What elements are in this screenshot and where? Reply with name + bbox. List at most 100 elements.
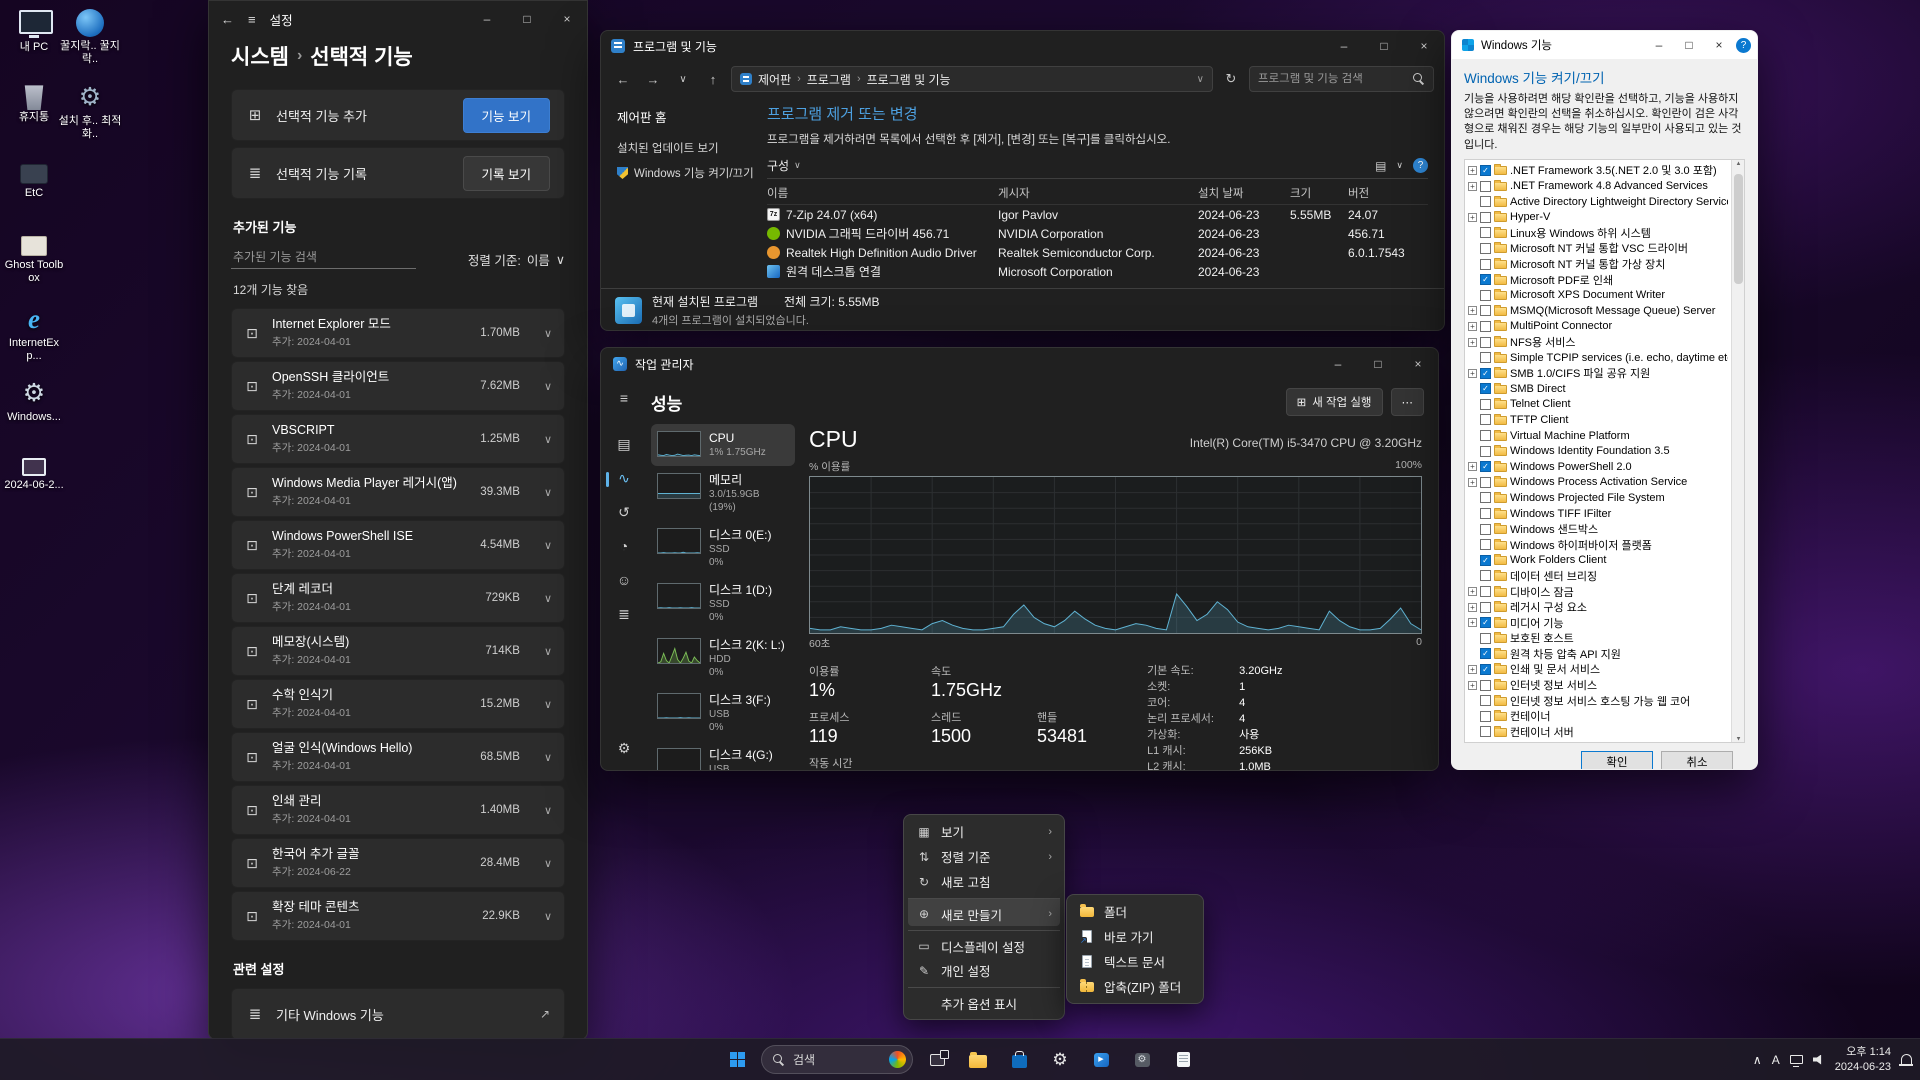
help-icon[interactable]: ? xyxy=(1413,158,1428,173)
view-history-button[interactable]: 기록 보기 xyxy=(463,156,550,191)
hamburger-icon[interactable]: ≡ xyxy=(620,390,628,410)
feature-checkbox[interactable] xyxy=(1480,570,1491,581)
view-features-button[interactable]: 기능 보기 xyxy=(463,98,550,133)
feature-checkbox[interactable] xyxy=(1480,664,1491,675)
feature-checkbox[interactable] xyxy=(1480,352,1491,363)
maximize-button[interactable]: □ xyxy=(1674,31,1704,59)
feature-checkbox[interactable] xyxy=(1480,399,1491,410)
feature-tree-row[interactable]: Hyper-V xyxy=(1468,209,1728,225)
close-button[interactable]: × xyxy=(1398,348,1438,380)
feature-checkbox[interactable] xyxy=(1480,196,1491,207)
scrollbar-thumb[interactable] xyxy=(1734,174,1743,284)
feature-checkbox[interactable] xyxy=(1480,383,1491,394)
submenu-item[interactable]: 텍스트 문서 xyxy=(1071,949,1199,974)
feature-checkbox[interactable] xyxy=(1480,477,1491,488)
table-row[interactable]: Realtek High Definition Audio Driver Rea… xyxy=(767,243,1428,262)
feature-row[interactable]: ⊡ OpenSSH 클라이언트 추가: 2024-04-01 7.62MB ∨ xyxy=(231,361,565,411)
feature-tree-row[interactable]: Virtual Machine Platform xyxy=(1468,428,1728,444)
search-icon[interactable] xyxy=(1413,73,1425,85)
feature-tree-row[interactable]: Active Directory Lightweight Directory S… xyxy=(1468,194,1728,210)
column-header-version[interactable]: 버전 xyxy=(1348,185,1428,201)
feature-tree-row[interactable]: Linux용 Windows 하위 시스템 xyxy=(1468,225,1728,241)
feature-tree-row[interactable]: Microsoft XPS Document Writer xyxy=(1468,287,1728,303)
feature-tree-row[interactable]: Simple TCPIP services (i.e. echo, daytim… xyxy=(1468,350,1728,366)
expand-toggle-icon[interactable] xyxy=(1468,338,1477,347)
chevron-down-icon[interactable]: ∨ xyxy=(544,433,552,446)
feature-checkbox[interactable] xyxy=(1480,446,1491,457)
chevron-down-icon[interactable]: ∨ xyxy=(544,645,552,658)
feature-tree-row[interactable]: MSMQ(Microsoft Message Queue) Server xyxy=(1468,303,1728,319)
feature-checkbox[interactable] xyxy=(1480,695,1491,706)
task-view-button[interactable] xyxy=(920,1043,954,1077)
submenu-item[interactable]: 바로 가기 xyxy=(1071,924,1199,949)
performance-sidebar-item[interactable]: 디스크 4(G:) USB 0% xyxy=(651,741,795,771)
feature-tree-row[interactable]: 원격 차등 압축 API 지원 xyxy=(1468,646,1728,662)
feature-tree-row[interactable]: Microsoft NT 커널 통합 가상 장치 xyxy=(1468,256,1728,272)
back-icon[interactable]: ← xyxy=(221,12,234,27)
media-player-button[interactable] xyxy=(1084,1043,1118,1077)
feature-tree-row[interactable]: SMB Direct xyxy=(1468,381,1728,397)
feature-checkbox[interactable] xyxy=(1480,492,1491,503)
feature-checkbox[interactable] xyxy=(1480,259,1491,270)
users-tab-icon[interactable]: ☺ xyxy=(617,572,631,592)
feature-checkbox[interactable] xyxy=(1480,617,1491,628)
feature-checkbox[interactable] xyxy=(1480,539,1491,550)
expand-toggle-icon[interactable] xyxy=(1468,462,1477,471)
minimize-button[interactable]: – xyxy=(467,1,507,37)
chevron-down-icon[interactable]: ∨ xyxy=(544,910,552,923)
programs-search-input[interactable] xyxy=(1258,73,1413,85)
help-icon[interactable]: ? xyxy=(1736,38,1751,53)
sort-dropdown[interactable]: 정렬 기준: 이름 ∨ xyxy=(468,250,565,269)
maximize-button[interactable]: □ xyxy=(507,1,547,37)
chevron-down-icon[interactable]: ∨ xyxy=(544,380,552,393)
feature-checkbox[interactable] xyxy=(1480,648,1491,659)
expand-toggle-icon[interactable] xyxy=(1468,603,1477,612)
minimize-button[interactable]: – xyxy=(1324,31,1364,61)
notification-bell-icon[interactable] xyxy=(1901,1054,1912,1064)
expand-toggle-icon[interactable] xyxy=(1468,665,1477,674)
ime-indicator[interactable]: A xyxy=(1772,1053,1780,1067)
settings-gear-icon[interactable]: ⚙ xyxy=(618,740,631,760)
feature-checkbox[interactable] xyxy=(1480,711,1491,722)
feature-checkbox[interactable] xyxy=(1480,337,1491,348)
feature-tree-row[interactable]: MultiPoint Connector xyxy=(1468,319,1728,335)
refresh-icon[interactable]: ↻ xyxy=(1219,71,1243,87)
feature-tree-row[interactable]: Telnet Client xyxy=(1468,397,1728,413)
context-menu-item[interactable]: ↻ 새로 고침 xyxy=(908,869,1060,894)
feature-checkbox[interactable] xyxy=(1480,368,1491,379)
sidebar-item-windows-features[interactable]: Windows 기능 켜기/끄기 xyxy=(617,165,761,181)
feature-row[interactable]: ⊡ 메모장(시스템) 추가: 2024-04-01 714KB ∨ xyxy=(231,626,565,676)
cpu-graph[interactable] xyxy=(809,476,1422,634)
feature-tree-row[interactable]: Windows PowerShell 2.0 xyxy=(1468,459,1728,475)
feature-tree-row[interactable]: 컨테이너 서버 xyxy=(1468,724,1728,740)
feature-tree-row[interactable]: TFTP Client xyxy=(1468,412,1728,428)
settings-button[interactable]: ⚙ xyxy=(1043,1043,1077,1077)
maximize-button[interactable]: □ xyxy=(1364,31,1404,61)
sidebar-item-control-panel-home[interactable]: 제어판 홈 xyxy=(617,107,761,126)
performance-sidebar-item[interactable]: 디스크 0(E:) SSD 0% xyxy=(651,521,795,576)
feature-row[interactable]: ⊡ Internet Explorer 모드 추가: 2024-04-01 1.… xyxy=(231,308,565,358)
feature-row[interactable]: ⊡ 확장 테마 콘텐츠 추가: 2024-04-01 22.9KB ∨ xyxy=(231,891,565,941)
expand-toggle-icon[interactable] xyxy=(1468,322,1477,331)
feature-tree-row[interactable]: 컨테이너 xyxy=(1468,708,1728,724)
expand-toggle-icon[interactable] xyxy=(1468,618,1477,627)
chevron-down-icon[interactable]: ∨ xyxy=(544,486,552,499)
notepad-button[interactable] xyxy=(1166,1043,1200,1077)
desktop-icon[interactable]: Ghost Toolbox xyxy=(2,230,66,284)
file-explorer-button[interactable] xyxy=(961,1043,995,1077)
chevron-down-icon[interactable]: ∨ xyxy=(544,804,552,817)
breadcrumb-address[interactable]: 제어판 › 프로그램 › 프로그램 및 기능 ∨ xyxy=(731,66,1213,92)
table-row[interactable]: NVIDIA 그래픽 드라이버 456.71 NVIDIA Corporatio… xyxy=(767,224,1428,243)
feature-row[interactable]: ⊡ 한국어 추가 글꼴 추가: 2024-06-22 28.4MB ∨ xyxy=(231,838,565,888)
network-icon[interactable] xyxy=(1790,1055,1803,1064)
more-options-button[interactable]: ⋯ xyxy=(1391,388,1425,416)
desktop-icon[interactable]: Windows... xyxy=(2,378,66,424)
table-row[interactable]: 원격 데스크톱 연결 Microsoft Corporation 2024-06… xyxy=(767,262,1428,281)
context-menu-item[interactable]: ⇅ 정렬 기준 › xyxy=(908,844,1060,869)
feature-row[interactable]: ⊡ 단계 레코더 추가: 2024-04-01 729KB ∨ xyxy=(231,573,565,623)
start-button[interactable] xyxy=(720,1043,754,1077)
performance-sidebar-item[interactable]: 디스크 1(D:) SSD 0% xyxy=(651,576,795,631)
column-header-size[interactable]: 크기 xyxy=(1290,185,1348,201)
chevron-down-icon[interactable]: ∨ xyxy=(544,751,552,764)
column-header-publisher[interactable]: 게시자 xyxy=(998,185,1198,201)
